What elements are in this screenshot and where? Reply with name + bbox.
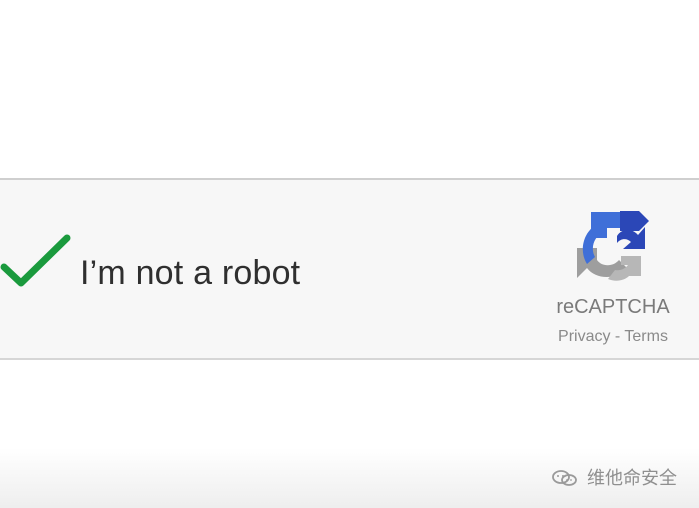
recaptcha-logo-icon (577, 211, 649, 281)
checkmark-icon (0, 234, 71, 287)
terms-link[interactable]: Terms (624, 328, 668, 345)
robot-checkbox[interactable] (0, 234, 76, 294)
wechat-icon (552, 470, 577, 486)
recaptcha-widget: I’m not a robot reCAPTCHA Privacy - Term… (0, 178, 699, 360)
recaptcha-links: Privacy - Terms (551, 328, 675, 346)
recaptcha-branding: reCAPTCHA Privacy - Terms (551, 204, 681, 354)
watermark-text: 维他命安全 (587, 468, 677, 488)
privacy-link[interactable]: Privacy (558, 328, 610, 345)
watermark: 维他命安全 (551, 468, 677, 488)
robot-checkbox-label: I’m not a robot (80, 254, 301, 292)
recaptcha-brand-name: reCAPTCHA (556, 296, 670, 318)
link-separator: - (614, 328, 621, 345)
